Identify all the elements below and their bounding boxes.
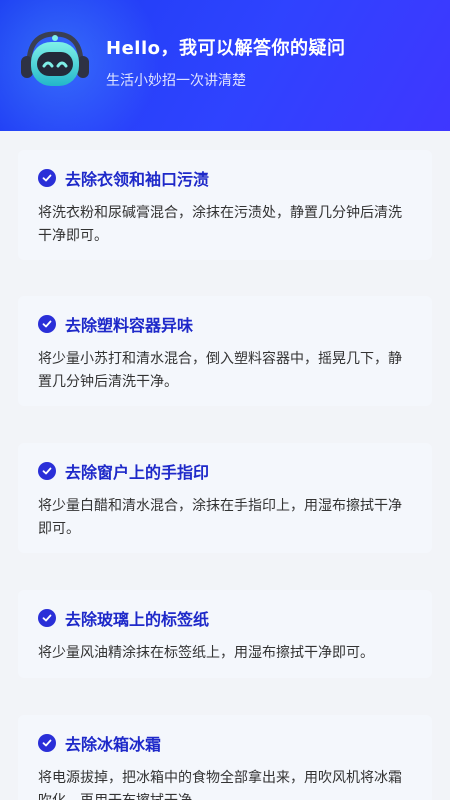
tip-card-header: 去除冰箱冰霜 [38,731,414,755]
header-subtitle: 生活小妙招一次讲清楚 [106,73,246,89]
tip-card-title: 去除窗户上的手指印 [65,463,210,482]
check-icon [38,169,56,187]
header-title: Hello，我可以解答你的疑问 [106,38,346,59]
robot-avatar-icon [21,31,89,86]
tip-card-header: 去除窗户上的手指印 [38,459,414,483]
check-icon [38,609,56,627]
header-banner: Hello，我可以解答你的疑问 生活小妙招一次讲清楚 [0,0,450,131]
tip-card-body: 将少量小苏打和清水混合，倒入塑料容器中，摇晃几下，静置几分钟后清洗干净。 [38,351,402,390]
tip-card-body: 将洗衣粉和尿碱膏混合，涂抹在污渍处，静置几分钟后清洗干净即可。 [38,205,402,244]
tip-card[interactable]: 去除衣领和袖口污渍 将洗衣粉和尿碱膏混合，涂抹在污渍处，静置几分钟后清洗干净即可… [18,150,432,260]
tip-card-header: 去除塑料容器异味 [38,312,414,336]
check-icon [38,734,56,752]
tip-card-title: 去除玻璃上的标签纸 [65,610,210,629]
tip-card-title: 去除冰箱冰霜 [65,735,162,754]
check-icon [38,315,56,333]
tip-card[interactable]: 去除塑料容器异味 将少量小苏打和清水混合，倒入塑料容器中，摇晃几下，静置几分钟后… [18,296,432,406]
tip-card-header: 去除衣领和袖口污渍 [38,166,414,190]
tip-card-body: 将少量风油精涂抹在标签纸上，用湿布擦拭干净即可。 [38,645,374,661]
tip-card[interactable]: 去除玻璃上的标签纸 将少量风油精涂抹在标签纸上，用湿布擦拭干净即可。 [18,590,432,678]
tip-card-body: 将少量白醋和清水混合，涂抹在手指印上，用湿布擦拭干净即可。 [38,498,402,537]
tip-card-body: 将电源拔掉，把冰箱中的食物全部拿出来，用吹风机将冰霜吹化，再用干布擦拭干净。 [38,770,402,800]
tip-card-title: 去除衣领和袖口污渍 [65,170,210,189]
tip-card-title: 去除塑料容器异味 [65,316,194,335]
check-icon [38,462,56,480]
tip-card-header: 去除玻璃上的标签纸 [38,606,414,630]
tip-card[interactable]: 去除冰箱冰霜 将电源拔掉，把冰箱中的食物全部拿出来，用吹风机将冰霜吹化，再用干布… [18,715,432,800]
tip-card[interactable]: 去除窗户上的手指印 将少量白醋和清水混合，涂抹在手指印上，用湿布擦拭干净即可。 [18,443,432,553]
